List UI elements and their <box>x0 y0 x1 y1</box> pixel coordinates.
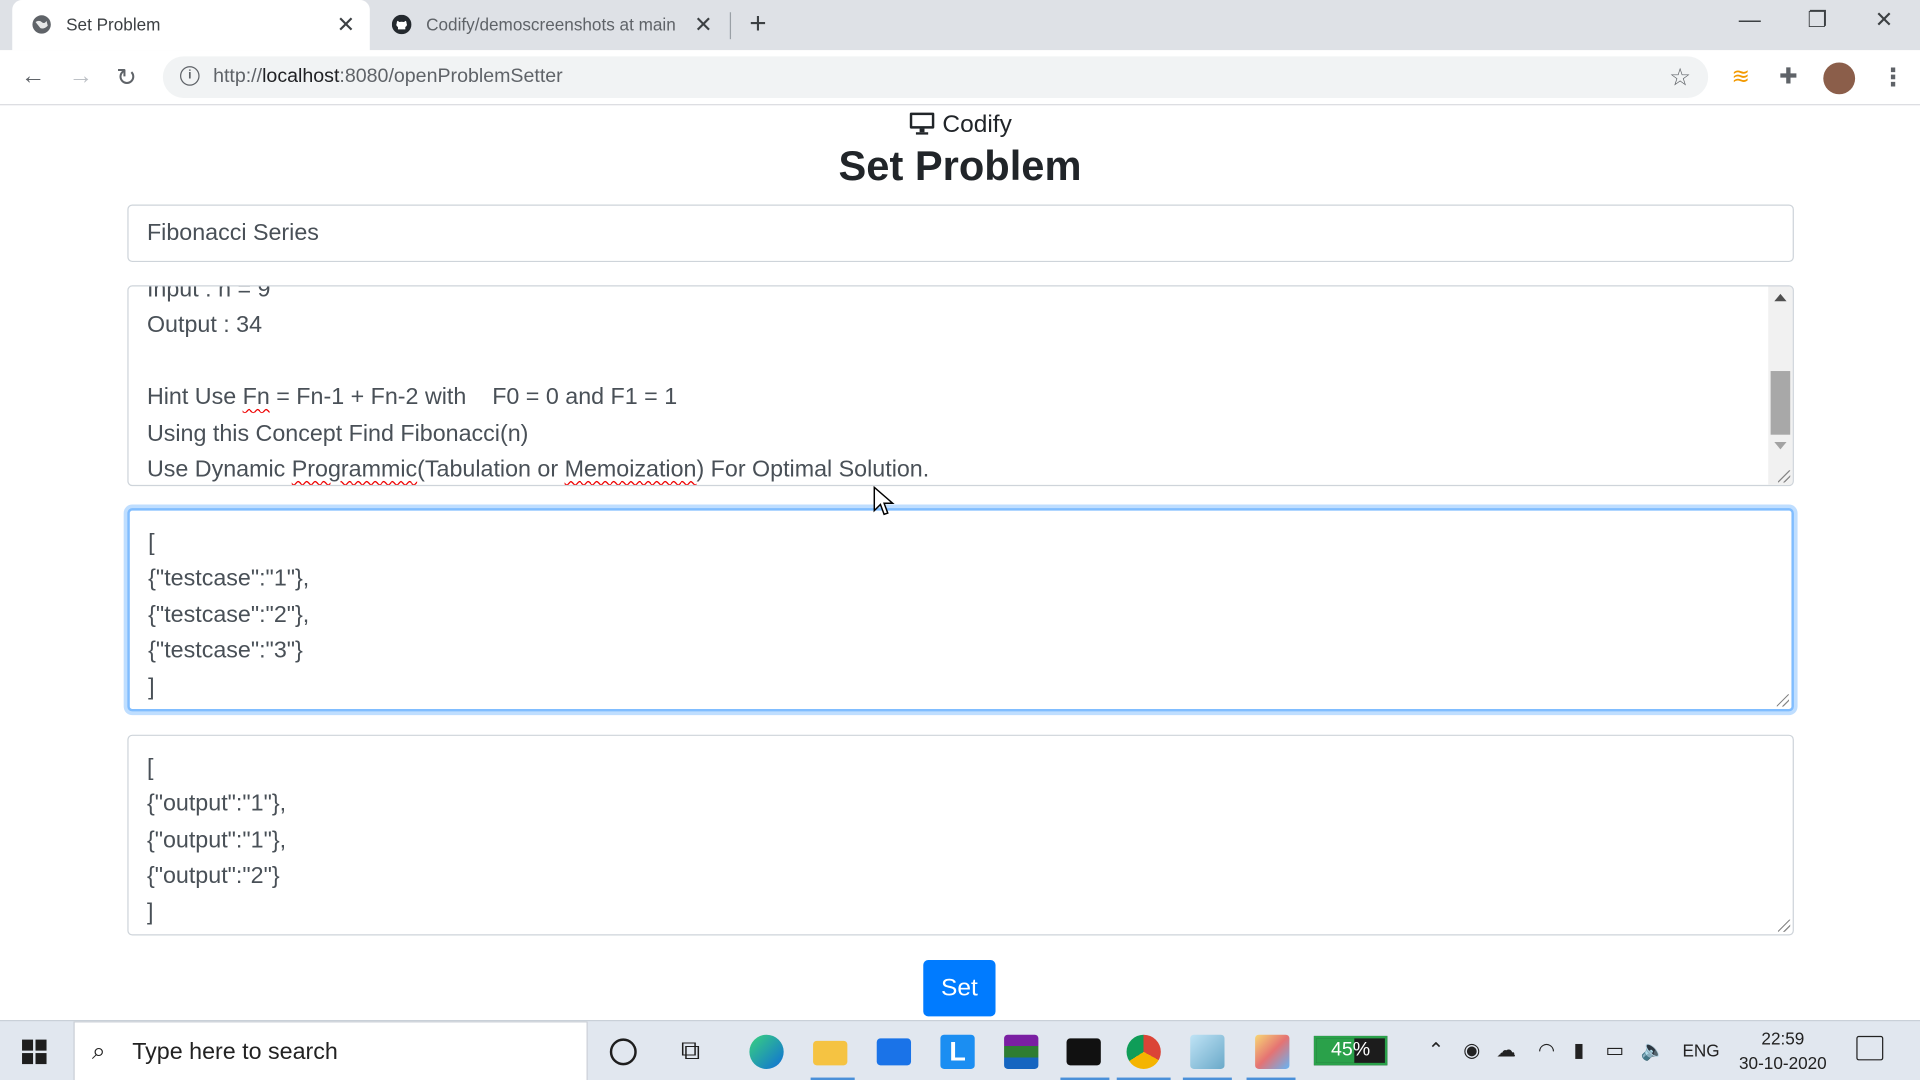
task-view-icon[interactable]: ⧉ <box>681 1035 715 1069</box>
restore-icon[interactable]: ❐ <box>1807 7 1827 33</box>
browser-toolbar: ← → ↻ i http://localhost:8080/openProble… <box>0 50 1920 106</box>
tab-github[interactable]: Codify/demoscreenshots at main ✕ <box>372 0 727 50</box>
page-title: Set Problem <box>838 143 1082 190</box>
chrome-icon[interactable] <box>1126 1034 1161 1069</box>
testcases-textarea[interactable]: [ {"testcase":"1"}, {"testcase":"2"}, {"… <box>127 508 1794 712</box>
page-content: Codify Set Problem Fibonacci Series Inpu… <box>0 106 1920 1021</box>
url-path: :8080/openProblemSetter <box>339 66 563 87</box>
description-line <box>147 344 1756 380</box>
set-button[interactable]: Set <box>923 960 996 1017</box>
testcases-text: [ {"testcase":"1"}, {"testcase":"2"}, {"… <box>148 530 310 700</box>
bookmark-star-icon[interactable]: ☆ <box>1669 62 1691 93</box>
url-host: localhost <box>262 66 340 87</box>
taskbar-search-box[interactable]: ⌕ Type here to search <box>73 1021 588 1080</box>
search-icon: ⌕ <box>91 1038 106 1066</box>
mouse-cursor-icon <box>873 486 895 516</box>
file-explorer-icon[interactable] <box>813 1040 848 1066</box>
minimize-icon[interactable]: — <box>1739 7 1761 33</box>
clock-time: 22:59 <box>1761 1028 1805 1049</box>
record-icon[interactable]: ◉ <box>1463 1038 1480 1062</box>
github-icon <box>391 14 412 35</box>
app-icon[interactable] <box>1190 1034 1225 1069</box>
problem-title-input[interactable]: Fibonacci Series <box>127 204 1794 263</box>
desktop-icon <box>909 112 934 135</box>
description-line: Using this Concept Find Fibonacci(n) <box>146 420 529 447</box>
scrollbar-thumb[interactable] <box>1770 371 1791 435</box>
scroll-up-icon[interactable] <box>1774 293 1787 302</box>
description-line: Output : 34 <box>146 312 263 339</box>
wifi-icon[interactable]: ◠ <box>1538 1038 1555 1062</box>
microphone-icon[interactable]: ▮ <box>1573 1038 1584 1062</box>
brand[interactable]: Codify <box>0 111 1920 139</box>
windows-taskbar: ⌕ Type here to search ⧉ L 45% ⌃ ◉ ☁ ◠ ▮ … <box>0 1020 1920 1080</box>
search-placeholder: Type here to search <box>132 1039 338 1066</box>
close-window-icon[interactable]: ✕ <box>1875 7 1893 33</box>
windows-start-icon[interactable] <box>22 1039 47 1065</box>
tab-set-problem[interactable]: Set Problem ✕ <box>12 0 370 51</box>
back-icon[interactable]: ← <box>21 62 45 90</box>
puzzle-icon[interactable]: ✚ <box>1779 64 1797 90</box>
edge-icon[interactable] <box>749 1034 784 1069</box>
tab-title: Codify/demoscreenshots at main <box>426 14 676 35</box>
brand-name: Codify <box>942 111 1012 139</box>
chevron-up-icon[interactable]: ⌃ <box>1428 1038 1444 1062</box>
cortana-icon[interactable] <box>609 1038 637 1066</box>
url-prefix: http:// <box>213 66 263 87</box>
address-bar[interactable]: i http://localhost:8080/openProblemSette… <box>162 56 1709 98</box>
notification-icon[interactable] <box>1856 1035 1884 1061</box>
globe-icon <box>32 15 51 34</box>
clock-date: 30-10-2020 <box>1739 1053 1827 1073</box>
outputs-text: [ {"output":"1"}, {"output":"1"}, {"outp… <box>146 755 287 926</box>
tab-separator <box>729 12 732 40</box>
mail-icon[interactable] <box>876 1038 912 1066</box>
language-indicator[interactable]: ENG <box>1682 1041 1719 1061</box>
url-text[interactable]: http://localhost:8080/openProblemSetter <box>213 66 563 88</box>
profile-avatar[interactable] <box>1823 62 1856 95</box>
onedrive-icon[interactable]: ☁ <box>1496 1038 1516 1062</box>
description-line: Hint Use Fn = Fn-1 + Fn-2 with F0 = 0 an… <box>146 384 678 411</box>
close-tab-icon[interactable]: ✕ <box>694 11 712 38</box>
resize-grip-icon[interactable] <box>1776 694 1789 707</box>
tab-title: Set Problem <box>66 14 161 35</box>
info-icon[interactable]: i <box>180 66 200 86</box>
description-line: Use Dynamic Programmic(Tabulation or Mem… <box>146 456 930 483</box>
terminal-icon[interactable] <box>1066 1038 1101 1066</box>
battery-meter[interactable]: 45% <box>1313 1035 1388 1066</box>
forward-icon[interactable]: → <box>69 62 93 90</box>
reload-icon[interactable]: ↻ <box>116 62 137 93</box>
description-content: Input : n = 9 Output : 34 Hint Use Fn = … <box>146 285 1756 485</box>
winrar-icon[interactable] <box>1004 1034 1039 1069</box>
volume-icon[interactable]: 🔈 <box>1641 1038 1665 1062</box>
scroll-down-icon[interactable] <box>1774 442 1787 450</box>
resize-grip-icon[interactable] <box>1777 470 1791 483</box>
description-scrollbar[interactable] <box>1768 286 1793 485</box>
paint-icon[interactable] <box>1255 1034 1290 1069</box>
extension-icon[interactable]: ≋ <box>1731 64 1749 90</box>
menu-icon[interactable]: ⋮ <box>1881 62 1905 93</box>
problem-description-textarea[interactable]: Input : n = 9 Output : 34 Hint Use Fn = … <box>127 285 1794 487</box>
resize-grip-icon[interactable] <box>1777 919 1791 932</box>
battery-icon[interactable]: ▭ <box>1605 1038 1624 1062</box>
battery-percent: 45% <box>1331 1039 1371 1061</box>
close-tab-icon[interactable]: ✕ <box>337 11 355 38</box>
l-app-icon[interactable]: L <box>940 1034 975 1069</box>
browser-tab-bar: Set Problem ✕ Codify/demoscreenshots at … <box>0 0 1920 51</box>
description-line: Input : n = 9 <box>146 285 271 303</box>
outputs-textarea[interactable]: [ {"output":"1"}, {"output":"1"}, {"outp… <box>127 734 1794 936</box>
system-clock[interactable]: 22:59 30-10-2020 <box>1736 1026 1829 1075</box>
new-tab-icon[interactable]: + <box>749 7 766 41</box>
